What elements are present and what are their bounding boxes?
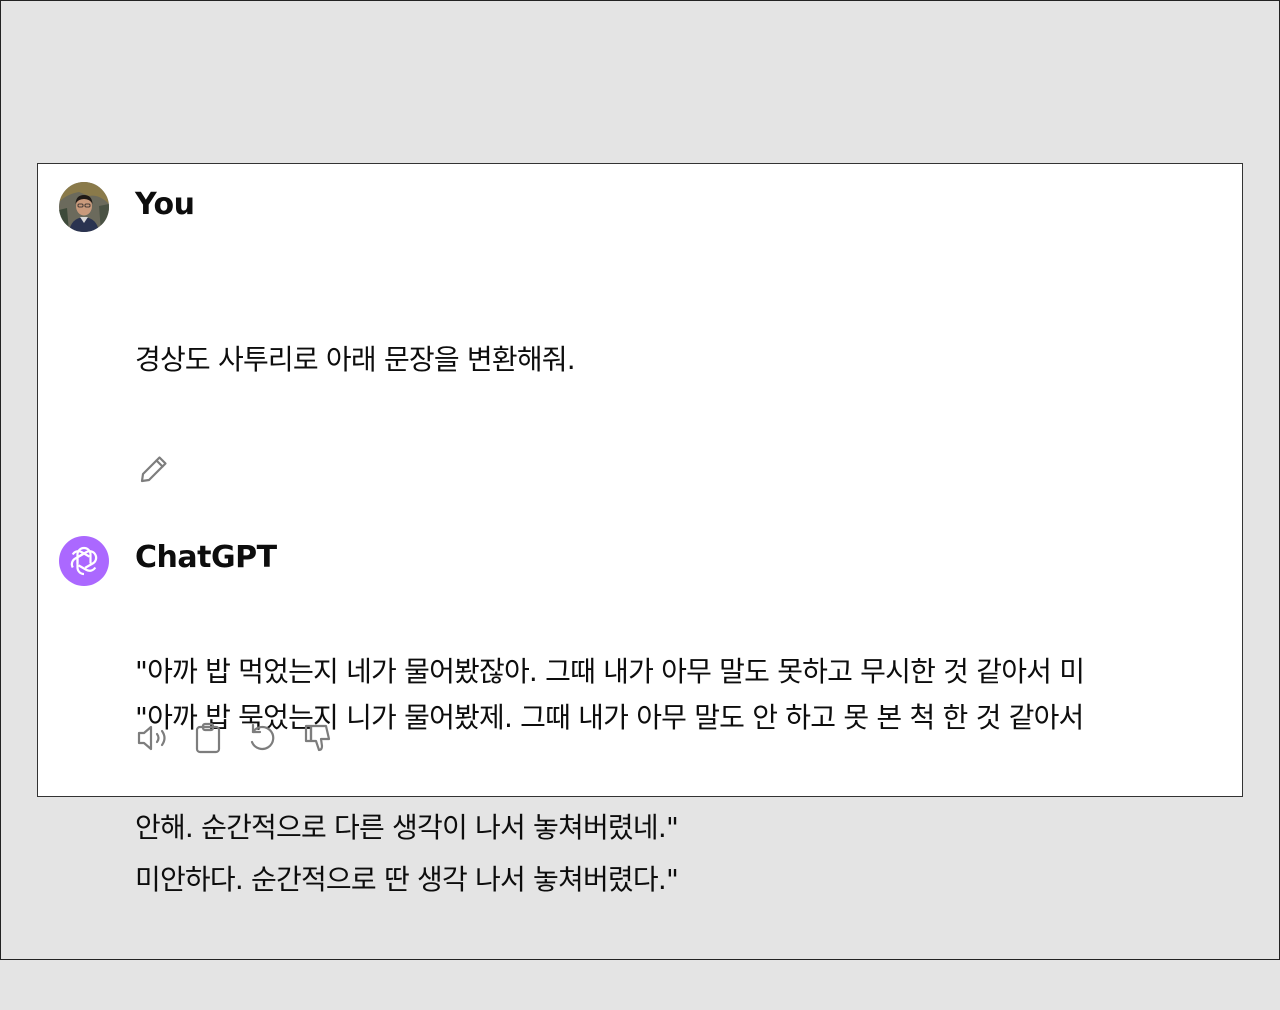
user-avatar	[59, 182, 109, 232]
speaker-icon	[137, 725, 166, 751]
chat-panel: You 경상도 사투리로 아래 문장을 변환해줘. "아까 밥 먹었는지 네가 …	[37, 163, 1243, 896]
edit-message-button[interactable]	[137, 452, 171, 486]
assistant-avatar	[59, 536, 109, 586]
openai-logo-icon	[70, 546, 98, 576]
assistant-name: ChatGPT	[135, 540, 277, 575]
user-photo-avatar-icon	[59, 182, 109, 232]
clipboard-icon	[195, 722, 221, 754]
assistant-message-text: "아까 밥 묵었는지 니가 물어봤제. 그때 내가 아무 말도 안 하고 못 본…	[135, 588, 1225, 1010]
assistant-action-bar	[135, 720, 336, 756]
user-line-1: 경상도 사투리로 아래 문장을 변환해줘.	[135, 343, 576, 376]
thumbs-down-icon	[304, 724, 331, 752]
regenerate-button[interactable]	[245, 720, 281, 756]
bad-response-button[interactable]	[300, 720, 336, 756]
user-line-blank	[135, 490, 1225, 542]
read-aloud-button[interactable]	[135, 720, 171, 756]
assistant-line-2: 미안하다. 순간적으로 딴 생각 나서 놓쳐버렸다."	[135, 863, 679, 896]
refresh-icon	[250, 723, 275, 751]
copy-button[interactable]	[190, 720, 226, 756]
user-name: You	[135, 187, 195, 222]
pencil-icon	[140, 456, 167, 483]
